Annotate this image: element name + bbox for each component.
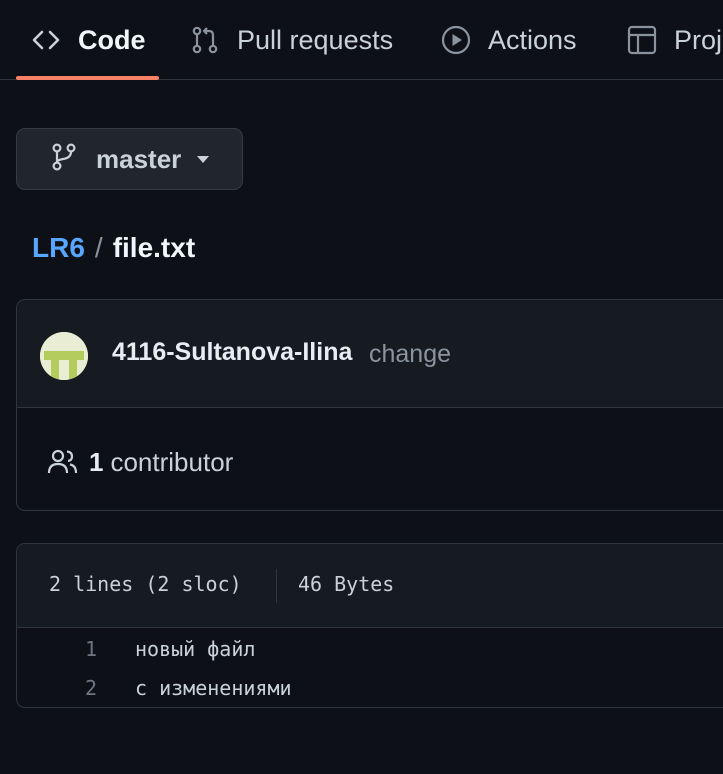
line-number[interactable]: 2 bbox=[57, 676, 97, 700]
line-text: новый файл bbox=[135, 637, 256, 661]
tab-projects[interactable]: Proj bbox=[626, 0, 722, 80]
contributor-count: 1 bbox=[89, 446, 104, 477]
line-number[interactable]: 1 bbox=[57, 637, 97, 661]
branch-name: master bbox=[96, 143, 182, 174]
tab-actions-label: Actions bbox=[488, 24, 577, 55]
breadcrumb-file-name: file.txt bbox=[112, 232, 196, 263]
table-icon bbox=[626, 24, 658, 56]
line-text: с изменениями bbox=[135, 676, 292, 700]
commit-author-link[interactable]: 4116-Sultanova-Ilina bbox=[112, 338, 352, 367]
latest-commit-box: 4116-Sultanova-Ilina change 1 contributo… bbox=[16, 299, 723, 511]
breadcrumb: LR6 / file.txt bbox=[32, 228, 195, 268]
tab-projects-label: Proj bbox=[674, 24, 723, 55]
code-line: 1 новый файл bbox=[17, 637, 723, 673]
latest-commit-row: 4116-Sultanova-Ilina change bbox=[17, 300, 723, 408]
code-icon bbox=[30, 24, 62, 56]
play-circle-icon bbox=[440, 24, 472, 56]
tab-code-label: Code bbox=[78, 24, 146, 55]
file-content-box: 2 lines (2 sloc) 46 Bytes 1 новый файл 2… bbox=[16, 543, 723, 708]
chevron-down-icon bbox=[197, 155, 210, 163]
people-icon bbox=[47, 448, 79, 476]
avatar[interactable] bbox=[40, 332, 88, 380]
tab-code[interactable]: Code bbox=[30, 0, 146, 80]
tab-actions[interactable]: Actions bbox=[440, 0, 577, 80]
file-lines-info: 2 lines (2 sloc) bbox=[49, 572, 242, 596]
git-branch-icon bbox=[50, 142, 78, 177]
file-header: 2 lines (2 sloc) 46 Bytes bbox=[17, 544, 723, 628]
tab-pull-requests[interactable]: Pull requests bbox=[189, 0, 393, 80]
breadcrumb-separator: / bbox=[94, 232, 103, 263]
file-meta-divider bbox=[276, 569, 277, 603]
breadcrumb-repo-link[interactable]: LR6 bbox=[32, 232, 85, 264]
code-line: 2 с изменениями bbox=[17, 676, 723, 712]
file-size: 46 Bytes bbox=[298, 572, 395, 596]
contributor-label: contributor bbox=[110, 446, 234, 477]
commit-message-link[interactable]: change bbox=[369, 340, 451, 369]
active-tab-underline bbox=[16, 76, 159, 80]
branch-select-button[interactable]: master bbox=[16, 128, 243, 190]
repo-nav-tabs: Code Pull requests Actions Proj bbox=[0, 0, 723, 80]
contributors-link[interactable]: 1 contributor bbox=[47, 442, 233, 482]
tab-pull-requests-label: Pull requests bbox=[237, 24, 394, 55]
pull-request-icon bbox=[189, 24, 221, 56]
